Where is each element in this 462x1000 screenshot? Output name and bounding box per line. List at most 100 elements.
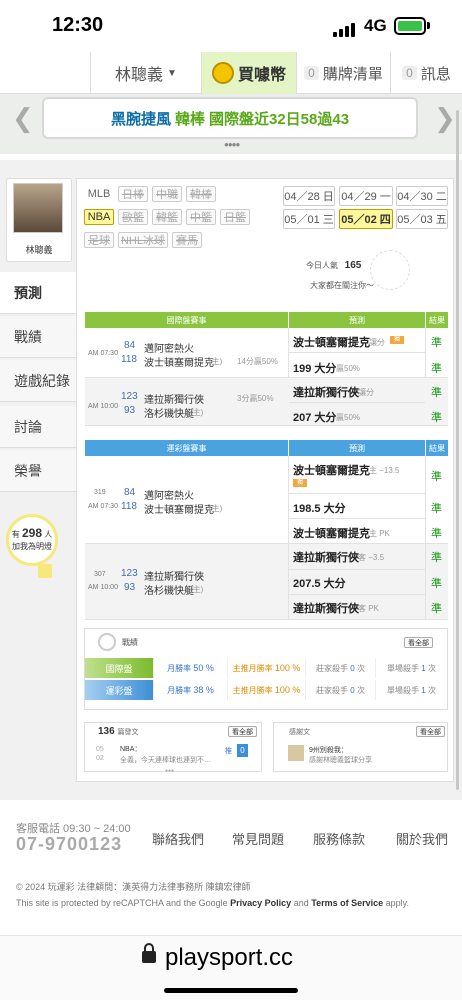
cart-button[interactable]: 0 購牌清單 xyxy=(296,52,390,94)
lottery-result-header: 結果 xyxy=(426,440,448,456)
divider xyxy=(289,402,425,403)
league-tag: 韓棒 xyxy=(186,186,216,202)
banner-headline[interactable]: 黑腕捷風 韓棒 國際盤近32日58過43 xyxy=(42,97,418,139)
copyright: © 2024 玩運彩 法律顧問：漢英得力法律事務所 陳鎮宏律師 xyxy=(16,882,251,892)
fans-bulb[interactable]: 有 298 人加我為明燈 xyxy=(6,514,58,566)
date-label: 05／01 xyxy=(284,214,320,226)
posts-header: 136 篇發文 xyxy=(98,726,138,737)
posts-view-all-button[interactable]: 看全部 xyxy=(228,726,257,737)
chevron-left-icon[interactable]: ❮ xyxy=(12,103,34,134)
divider xyxy=(289,569,425,570)
url-text[interactable]: playsport.cc xyxy=(165,944,293,972)
team-number: 84 xyxy=(124,340,136,351)
post-category: NBA： xyxy=(120,746,142,753)
like-count: 0 xyxy=(237,744,248,757)
battery-tip xyxy=(427,22,430,29)
team-number: 93 xyxy=(124,582,136,593)
result-mark: 準 xyxy=(431,471,442,483)
league-tag: 日籃 xyxy=(220,209,250,225)
sidebar-item-game-log[interactable]: 遊戲紀錄 xyxy=(0,360,76,402)
divider xyxy=(289,493,425,494)
buy-coin-button[interactable]: 買噱幣 xyxy=(202,52,296,94)
home-indicator[interactable] xyxy=(164,988,298,993)
sidebar-item-predict[interactable]: 預測 xyxy=(0,272,80,314)
league-tag: 韓籃 xyxy=(152,209,182,225)
game-time: AM 07:30 xyxy=(88,503,118,510)
home-marker: (主) xyxy=(190,585,204,594)
footer-link-faq[interactable]: 常見問題 xyxy=(232,829,284,848)
team-name: 波士頓塞爾提克 xyxy=(144,505,214,516)
game-code: 319 xyxy=(94,489,106,496)
footer-link-terms[interactable]: 服務條款 xyxy=(313,829,365,848)
result-mark: 準 xyxy=(431,387,442,399)
lock-icon xyxy=(142,951,156,963)
date-label: 04／28 xyxy=(284,191,320,203)
result-mark: 準 xyxy=(431,363,442,375)
buy-coin-label: 買噱幣 xyxy=(237,67,286,84)
exclusive-badge: 獨 xyxy=(293,479,307,487)
exclusive-badge: 獨 xyxy=(390,336,404,344)
thanks-avatar xyxy=(288,745,304,761)
handicap-line: 14分贏50% xyxy=(237,357,278,366)
date-button[interactable]: 05／03 五 xyxy=(396,209,448,229)
stat-cell: 單場殺手 1 次 xyxy=(375,680,447,700)
intl-result-header: 結果 xyxy=(426,312,448,328)
post-date: 05 02 xyxy=(96,745,104,763)
avatar[interactable] xyxy=(13,183,63,233)
messages-button[interactable]: 0 訊息 xyxy=(390,52,462,94)
sidebar-item-record[interactable]: 戰績 xyxy=(0,316,76,358)
sidebar-item-label: 討論 xyxy=(14,418,42,435)
team-name: 波士頓塞爾提克 xyxy=(144,358,214,369)
like-label: 推 xyxy=(225,748,232,755)
intl-pick-header: 預測 xyxy=(289,312,425,328)
posts-title: 篇發文 xyxy=(117,729,139,736)
carousel-dots: ●●● xyxy=(165,768,175,774)
chevron-right-icon[interactable]: ❯ xyxy=(434,103,456,134)
team-name: 達拉斯獨行俠 xyxy=(144,572,204,583)
terms-link[interactable]: Terms of Service xyxy=(311,898,383,908)
league-tag[interactable]: MLB xyxy=(84,186,114,202)
thanks-text[interactable]: 感謝林聰義籃球分享 xyxy=(309,755,372,765)
thanks-author: 9州別殺我： xyxy=(309,747,348,754)
sidebar-item-discuss[interactable]: 討論 xyxy=(0,406,76,448)
stat-unit: 次 xyxy=(356,663,365,673)
footer-link-contact[interactable]: 聯絡我們 xyxy=(152,829,204,848)
date-button[interactable]: 04／30 二 xyxy=(396,186,448,206)
post-date-month: 05 xyxy=(96,746,104,753)
banner-highlight: 國際盤近32日58過43 xyxy=(208,110,350,128)
post-preview[interactable]: 全義，今天連棒球也連到不… xyxy=(120,755,216,765)
home-marker: (主) xyxy=(190,408,204,417)
cart-count: 0 xyxy=(304,66,319,80)
divider xyxy=(289,352,425,353)
team-number: 118 xyxy=(121,501,137,512)
team-number: 93 xyxy=(124,405,136,416)
scrollbar[interactable] xyxy=(456,110,459,790)
date-button[interactable]: 04／29 一 xyxy=(339,186,393,206)
thanks-view-all-button[interactable]: 看全部 xyxy=(416,726,445,737)
cart-label: 購牌清單 xyxy=(322,65,383,83)
record-view-all-button[interactable]: 看全部 xyxy=(404,637,433,648)
sidebar-item-label: 戰績 xyxy=(14,328,42,345)
service-phone[interactable]: 07-9700123 xyxy=(16,834,122,855)
stat-value: 50 % xyxy=(193,663,214,673)
divider xyxy=(289,518,425,519)
sidebar-item-honor[interactable]: 榮譽 xyxy=(0,450,76,492)
pick-text: 199 大分 xyxy=(293,363,337,375)
date-button[interactable]: 05／01 三 xyxy=(283,209,335,229)
footer-link-about[interactable]: 關於我們 xyxy=(396,829,448,848)
league-tag-active[interactable]: NBA xyxy=(84,209,114,225)
date-button[interactable]: 04／28 日 xyxy=(283,186,335,206)
apply-text: apply. xyxy=(385,898,409,908)
privacy-link[interactable]: Privacy Policy xyxy=(230,898,291,908)
date-label: 05／03 xyxy=(397,214,433,226)
thanks-title: 感謝文 xyxy=(289,729,310,736)
pick-note: 贏50% xyxy=(336,413,361,422)
carousel-dots: ●●●● xyxy=(224,140,240,149)
result-mark: 準 xyxy=(431,528,442,540)
record-title: 戰績 xyxy=(122,638,138,647)
banner-league: 韓棒 xyxy=(174,110,205,128)
popularity-label: 今日人氣 xyxy=(306,261,338,270)
date-button-active[interactable]: 05／02 四 xyxy=(339,209,393,229)
user-menu[interactable]: 林聰義 ▼ xyxy=(90,52,202,94)
bulb-base-icon xyxy=(38,564,52,578)
